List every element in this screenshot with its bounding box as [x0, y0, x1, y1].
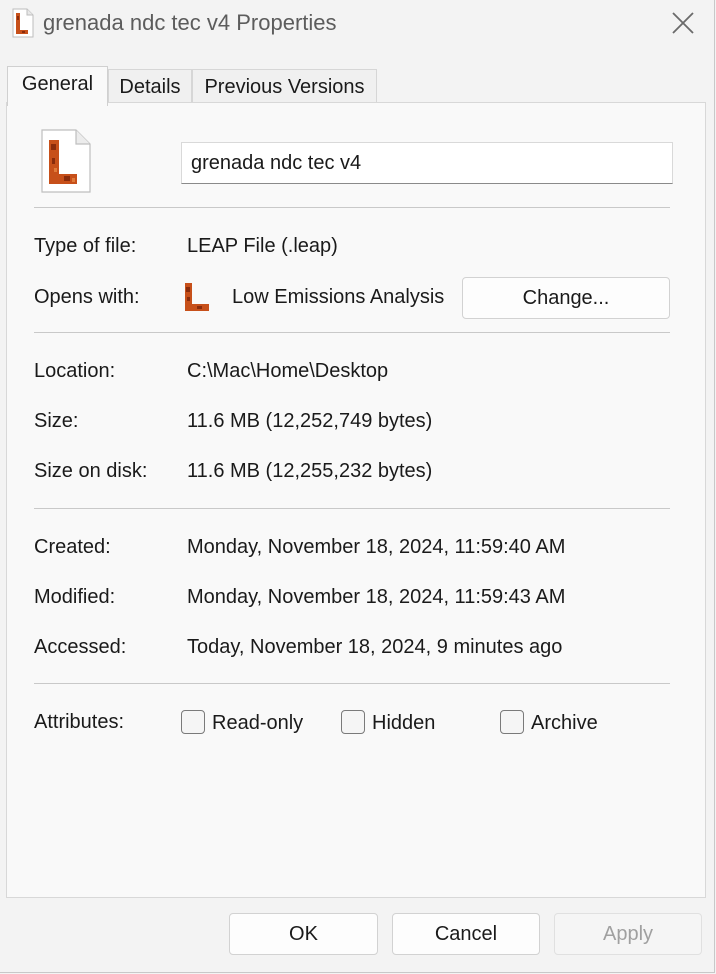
hidden-checkbox[interactable]	[341, 710, 365, 734]
tab-previous-versions[interactable]: Previous Versions	[192, 69, 377, 103]
properties-window: grenada ndc tec v4 Properties General De…	[0, 0, 715, 973]
cancel-button[interactable]: Cancel	[392, 913, 540, 955]
size-value: 11.6 MB (12,252,749 bytes)	[187, 410, 433, 432]
opens-with-label: Opens with:	[34, 286, 140, 308]
apply-button[interactable]: Apply	[554, 913, 702, 955]
leap-file-icon	[41, 129, 91, 193]
accessed-label: Accessed:	[34, 636, 127, 658]
tab-details[interactable]: Details	[108, 69, 192, 103]
title-bar: grenada ndc tec v4 Properties	[0, 0, 714, 48]
tab-general[interactable]: General	[7, 66, 108, 106]
size-label: Size:	[34, 410, 79, 432]
divider	[34, 508, 670, 509]
type-of-file-value: LEAP File (.leap)	[187, 235, 338, 257]
general-panel	[6, 102, 706, 898]
created-label: Created:	[34, 536, 111, 558]
read-only-label[interactable]: Read-only	[212, 711, 303, 735]
size-on-disk-label: Size on disk:	[34, 460, 148, 482]
location-value: C:\Mac\Home\Desktop	[187, 360, 389, 382]
type-of-file-label: Type of file:	[34, 235, 137, 257]
divider	[34, 207, 670, 208]
window-title: grenada ndc tec v4 Properties	[43, 10, 337, 35]
ok-button[interactable]: OK	[229, 913, 378, 955]
leap-app-icon	[185, 283, 209, 311]
modified-value: Monday, November 18, 2024, 11:59:43 AM	[187, 586, 566, 608]
read-only-checkbox[interactable]	[181, 710, 205, 734]
created-value: Monday, November 18, 2024, 11:59:40 AM	[187, 536, 566, 558]
hidden-label[interactable]: Hidden	[372, 711, 435, 735]
change-button[interactable]: Change...	[462, 277, 670, 319]
divider	[34, 332, 670, 333]
attributes-label: Attributes:	[34, 711, 125, 733]
leap-file-icon	[12, 8, 34, 38]
accessed-value: Today, November 18, 2024, 9 minutes ago	[187, 636, 563, 658]
divider	[34, 683, 670, 684]
file-name-input[interactable]	[181, 142, 673, 184]
close-icon	[672, 12, 694, 34]
archive-checkbox[interactable]	[500, 710, 524, 734]
close-button[interactable]	[660, 0, 706, 46]
size-on-disk-value: 11.6 MB (12,255,232 bytes)	[187, 460, 433, 482]
modified-label: Modified:	[34, 586, 116, 608]
archive-label[interactable]: Archive	[531, 711, 598, 735]
location-label: Location:	[34, 360, 116, 382]
opens-with-value: Low Emissions Analysis	[232, 286, 445, 308]
